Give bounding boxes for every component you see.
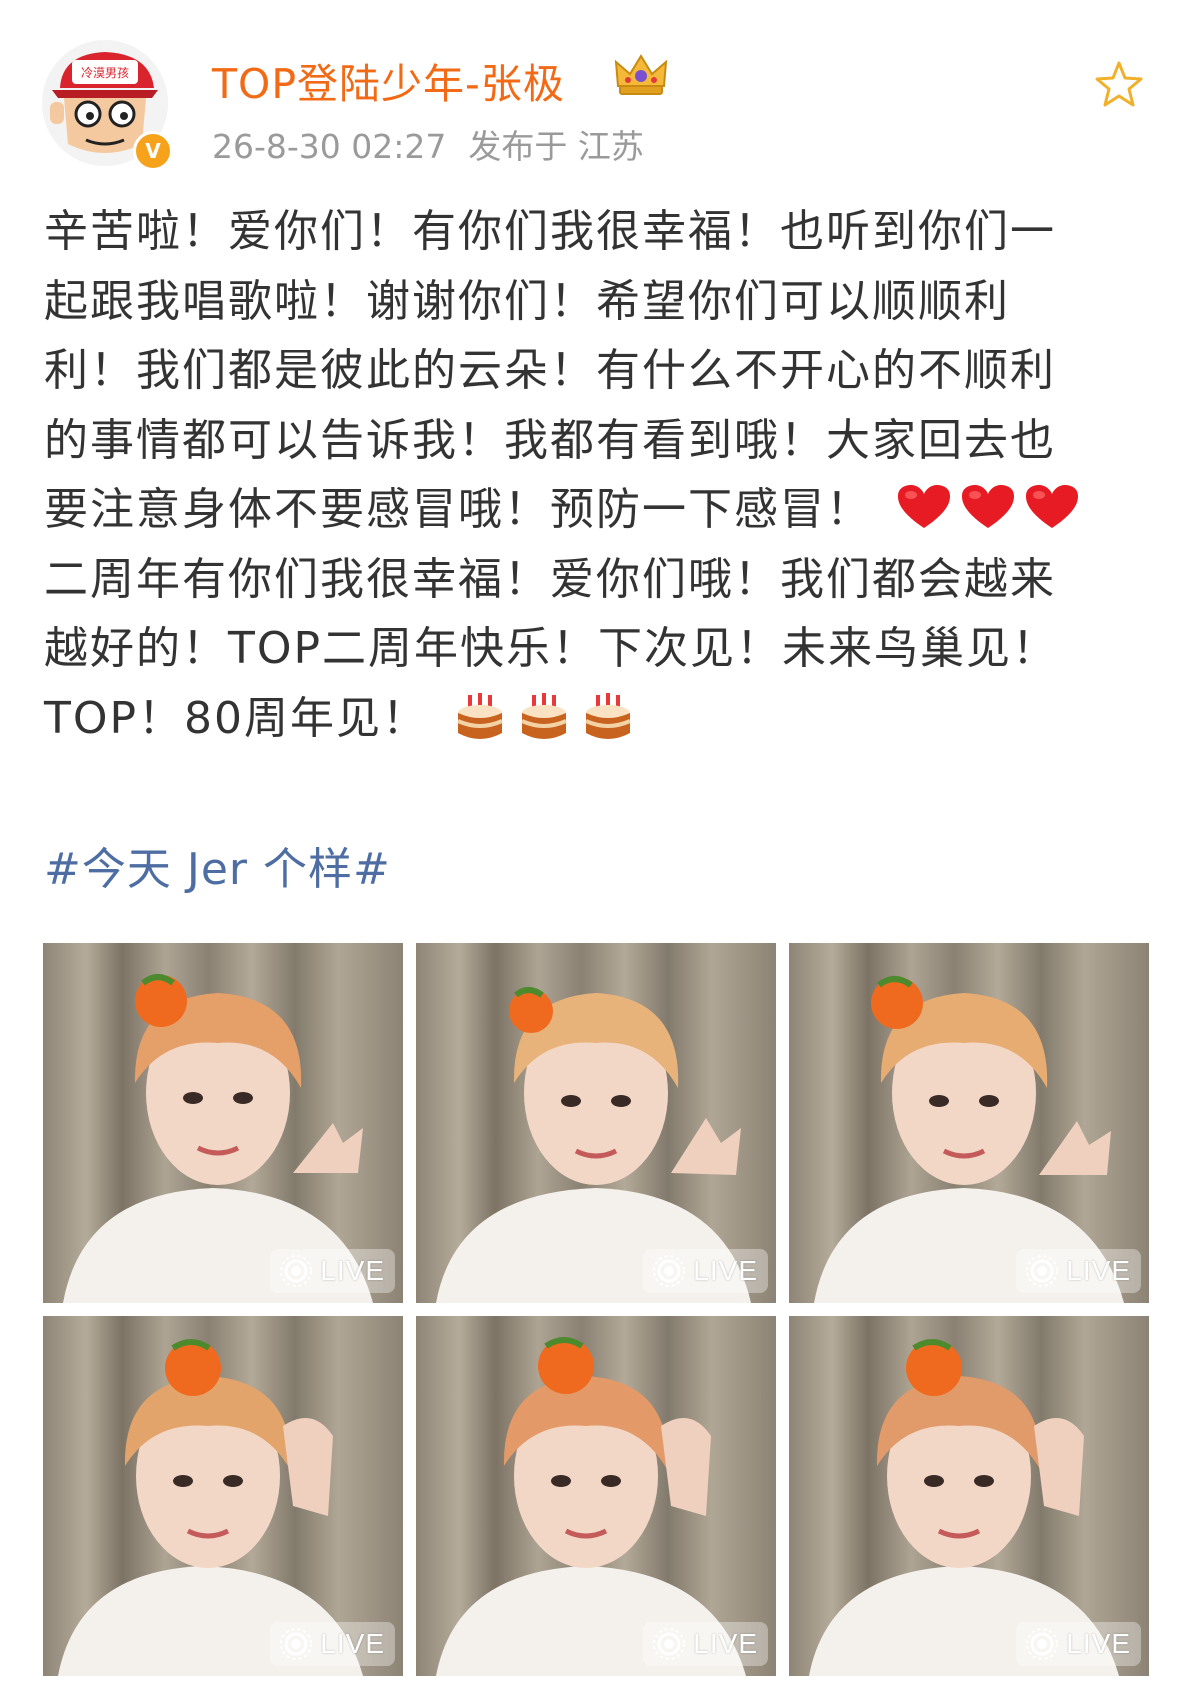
svg-text:冷漠男孩: 冷漠男孩 bbox=[81, 66, 129, 80]
verified-badge: V bbox=[133, 131, 173, 171]
live-label: LIVE bbox=[693, 1628, 758, 1659]
live-badge: LIVE bbox=[270, 1622, 395, 1666]
post-line: 利！我们都是彼此的云朵！有什么不开心的不顺利 bbox=[44, 345, 1056, 396]
post-header: 冷漠男孩 V TOP登陆少年-张极 26-8-30 02:27 发布于 江苏 bbox=[0, 0, 1179, 175]
live-photo-icon bbox=[653, 1255, 686, 1287]
live-label: LIVE bbox=[1066, 1628, 1131, 1659]
heart-emoji-icon bbox=[898, 485, 950, 528]
photo-thumbnail[interactable]: LIVE bbox=[789, 1316, 1149, 1676]
cake-emoji-icon bbox=[521, 692, 567, 739]
live-photo-icon bbox=[1026, 1255, 1059, 1287]
live-badge: LIVE bbox=[270, 1249, 395, 1293]
username[interactable]: TOP登陆少年-张极 bbox=[212, 50, 565, 110]
hashtag-link[interactable]: #今天 Jer 个样# bbox=[44, 833, 391, 897]
live-label: LIVE bbox=[320, 1628, 385, 1659]
cake-emoji-icon bbox=[457, 692, 503, 739]
post-line: 的事情都可以告诉我！我都有看到哦！大家回去也 bbox=[44, 414, 1056, 466]
post-location: 发布于 江苏 bbox=[468, 127, 644, 166]
live-photo-icon bbox=[653, 1628, 686, 1660]
live-badge: LIVE bbox=[643, 1622, 768, 1666]
crown-icon bbox=[614, 54, 668, 95]
post-line: TOP！80周年见！ bbox=[44, 684, 1144, 754]
live-badge: LIVE bbox=[1016, 1249, 1141, 1293]
post-line: 起跟我唱歌啦！谢谢你们！希望你们可以顺顺利 bbox=[44, 275, 1010, 327]
photo-thumbnail[interactable]: LIVE bbox=[43, 943, 403, 1303]
post-meta: 26-8-30 02:27 发布于 江苏 bbox=[212, 120, 644, 168]
post-line: 辛苦啦！爱你们！有你们我很幸福！也听到你们一 bbox=[44, 206, 1056, 257]
live-label: LIVE bbox=[1066, 1255, 1131, 1286]
photo-thumbnail[interactable]: LIVE bbox=[43, 1316, 403, 1676]
photo-grid: LIVE LIVE LIVE LIVE LIVE LIVE bbox=[43, 943, 1149, 1676]
photo-thumbnail[interactable]: LIVE bbox=[416, 943, 776, 1303]
heart-emoji-icon bbox=[962, 485, 1014, 528]
photo-thumbnail[interactable]: LIVE bbox=[416, 1316, 776, 1676]
live-photo-icon bbox=[1026, 1628, 1059, 1660]
live-badge: LIVE bbox=[643, 1249, 768, 1293]
live-label: LIVE bbox=[693, 1255, 758, 1286]
cake-emoji-icon bbox=[585, 692, 631, 739]
live-label: LIVE bbox=[320, 1255, 385, 1286]
heart-emoji-icon bbox=[1026, 485, 1078, 528]
live-photo-icon bbox=[280, 1255, 313, 1287]
photo-thumbnail[interactable]: LIVE bbox=[789, 943, 1149, 1303]
star-outline-icon[interactable] bbox=[1092, 58, 1146, 112]
post-body: 辛苦啦！爱你们！有你们我很幸福！也听到你们一 起跟我唱歌啦！谢谢你们！希望你们可… bbox=[44, 197, 1144, 753]
post-timestamp: 26-8-30 02:27 bbox=[212, 127, 447, 166]
post-line: 要注意身体不要感冒哦！预防一下感冒！ bbox=[44, 475, 1144, 545]
live-photo-icon bbox=[280, 1628, 313, 1660]
post-line: 越好的！TOP二周年快乐！下次见！未来鸟巢见！ bbox=[44, 623, 1059, 674]
live-badge: LIVE bbox=[1016, 1622, 1141, 1666]
post-line: 二周年有你们我很幸福！爱你们哦！我们都会越来 bbox=[44, 553, 1056, 605]
